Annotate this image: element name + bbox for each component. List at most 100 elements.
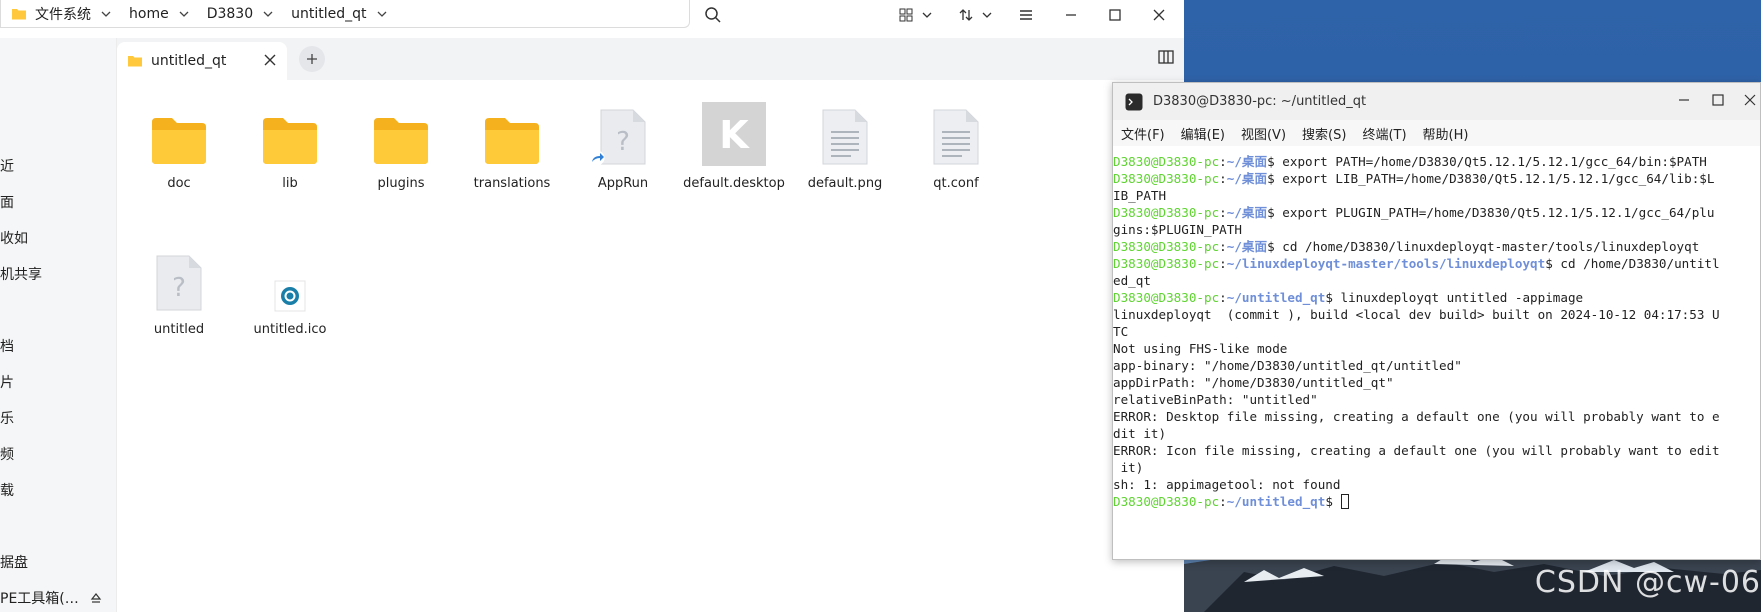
folder-icon bbox=[255, 96, 325, 166]
new-tab-button[interactable] bbox=[299, 46, 325, 72]
file-item-apprun[interactable]: ? AppRun bbox=[561, 96, 685, 191]
minimize-icon[interactable] bbox=[1677, 93, 1691, 107]
sort-button[interactable] bbox=[958, 4, 992, 26]
maximize-button[interactable] bbox=[1108, 4, 1122, 26]
folder-icon bbox=[144, 96, 214, 166]
file-item-qt-conf[interactable]: qt.conf bbox=[894, 96, 1018, 191]
sidebar-item-documents[interactable]: 档 bbox=[0, 336, 14, 356]
file-label: untitled bbox=[153, 322, 205, 337]
menu-file[interactable]: 文件(F) bbox=[1113, 124, 1173, 143]
terminal-line: TC bbox=[1113, 323, 1760, 340]
breadcrumb-label: D3830 bbox=[206, 5, 254, 22]
terminal-line: D3830@D3830-pc:~/桌面$ export PLUGIN_PATH=… bbox=[1113, 204, 1760, 221]
maximize-icon[interactable] bbox=[1711, 93, 1725, 107]
file-item-translations[interactable]: translations bbox=[450, 96, 574, 191]
terminal-text: linuxdeployqt (commit ), build <local de… bbox=[1113, 307, 1720, 322]
prompt-separator: : bbox=[1219, 239, 1227, 254]
terminal-text: it) bbox=[1113, 460, 1144, 475]
prompt-user: D3830@D3830-pc bbox=[1113, 290, 1220, 305]
menu-help[interactable]: 帮助(H) bbox=[1415, 124, 1477, 143]
prompt-separator: : bbox=[1219, 494, 1227, 509]
sidebar-item-pe-toolbox[interactable]: PE工具箱(… bbox=[0, 588, 79, 608]
prompt-path: ~/untitled_qt bbox=[1226, 494, 1326, 509]
sidebar-item-music[interactable]: 乐 bbox=[0, 408, 14, 428]
breadcrumb-home[interactable]: home bbox=[119, 1, 197, 27]
sidebar-item-pictures[interactable]: 片 bbox=[0, 372, 14, 392]
terminal-app-icon bbox=[1125, 93, 1143, 111]
close-icon[interactable] bbox=[1743, 93, 1757, 107]
terminal-text: sh: 1: appimagetool: not found bbox=[1113, 477, 1341, 492]
file-label: lib bbox=[282, 176, 298, 191]
terminal-output[interactable]: D3830@D3830-pc:~/桌面$ export PATH=/home/D… bbox=[1113, 153, 1760, 553]
folder-icon bbox=[366, 96, 436, 166]
menu-search[interactable]: 搜索(S) bbox=[1294, 124, 1354, 143]
terminal-line: linuxdeployqt (commit ), build <local de… bbox=[1113, 306, 1760, 323]
details-panel-toggle-icon[interactable] bbox=[1158, 50, 1174, 64]
chevron-down-icon[interactable] bbox=[922, 12, 932, 18]
terminal-text: $ export LIB_PATH=/home/D3830/Qt5.12.1/5… bbox=[1267, 171, 1715, 186]
sidebar-item-desktop[interactable]: 面 bbox=[0, 192, 14, 212]
text-file-icon bbox=[810, 96, 880, 166]
svg-text:?: ? bbox=[616, 127, 630, 157]
minimize-button[interactable] bbox=[1064, 4, 1078, 26]
close-tab-icon[interactable] bbox=[263, 53, 277, 67]
chevron-down-icon[interactable] bbox=[179, 11, 189, 17]
sidebar-item-videos[interactable]: 频 bbox=[0, 444, 14, 464]
menu-edit[interactable]: 编辑(E) bbox=[1173, 124, 1233, 143]
menu-view[interactable]: 视图(V) bbox=[1233, 124, 1294, 143]
plus-icon bbox=[306, 53, 318, 65]
terminal-text: $ cd /home/D3830/untitl bbox=[1545, 256, 1720, 271]
terminal-text: gins:$PLUGIN_PATH bbox=[1113, 222, 1242, 237]
breadcrumb-d3830[interactable]: D3830 bbox=[197, 1, 281, 27]
file-item-untitled[interactable]: ? untitled bbox=[117, 242, 241, 337]
terminal-line: D3830@D3830-pc:~/桌面$ export PATH=/home/D… bbox=[1113, 153, 1760, 170]
terminal-line: ed_qt bbox=[1113, 272, 1760, 289]
terminal-line: D3830@D3830-pc:~/桌面$ cd /home/D3830/linu… bbox=[1113, 238, 1760, 255]
search-button[interactable] bbox=[704, 4, 722, 26]
main-menu-button[interactable] bbox=[1018, 4, 1034, 26]
sidebar-item-favorites[interactable]: 收如 bbox=[0, 228, 28, 248]
sidebar-item-recent[interactable]: 近 bbox=[0, 156, 14, 176]
terminal-line: relativeBinPath: "untitled" bbox=[1113, 391, 1760, 408]
hamburger-menu-icon bbox=[1018, 8, 1034, 22]
terminal-line: D3830@D3830-pc:~/untitled_qt$ bbox=[1113, 493, 1760, 510]
prompt-path: ~/桌面 bbox=[1226, 205, 1268, 220]
sidebar-item-downloads[interactable]: 载 bbox=[0, 480, 14, 500]
file-item-default-png[interactable]: default.png bbox=[783, 96, 907, 191]
view-mode-button[interactable] bbox=[898, 4, 932, 26]
file-item-untitled-ico[interactable]: untitled.ico bbox=[228, 242, 352, 337]
file-label: default.desktop bbox=[683, 176, 785, 191]
breadcrumb: 文件系统 home D3830 untitled_qt bbox=[0, 0, 690, 28]
terminal-text: $ linuxdeployqt untitled -appimage bbox=[1325, 290, 1584, 305]
file-item-lib[interactable]: lib bbox=[228, 96, 352, 191]
close-button[interactable] bbox=[1152, 4, 1166, 26]
file-item-plugins[interactable]: plugins bbox=[339, 96, 463, 191]
unknown-file-icon: ? bbox=[588, 96, 658, 166]
terminal-titlebar[interactable]: D3830@D3830-pc: ~/untitled_qt bbox=[1113, 83, 1760, 120]
menu-terminal[interactable]: 终端(T) bbox=[1354, 124, 1414, 143]
breadcrumb-untitled-qt[interactable]: untitled_qt bbox=[281, 1, 394, 27]
sidebar-item-data-disk[interactable]: 据盘 bbox=[0, 552, 28, 572]
chevron-down-icon[interactable] bbox=[982, 12, 992, 18]
tab-untitled-qt[interactable]: untitled_qt bbox=[117, 42, 287, 80]
prompt-separator: : bbox=[1219, 154, 1227, 169]
file-manager-titlebar: 文件系统 home D3830 untitled_qt bbox=[0, 0, 1184, 38]
breadcrumb-label: home bbox=[129, 5, 169, 22]
eject-icon[interactable] bbox=[90, 592, 102, 604]
chevron-down-icon[interactable] bbox=[377, 11, 387, 17]
file-item-default-desktop[interactable]: K default.desktop bbox=[672, 96, 796, 191]
breadcrumb-filesystem[interactable]: 文件系统 bbox=[1, 1, 119, 27]
sidebar-item-shared[interactable]: 机共享 bbox=[0, 264, 42, 284]
file-label: qt.conf bbox=[933, 176, 979, 191]
terminal-line: D3830@D3830-pc:~/桌面$ export LIB_PATH=/ho… bbox=[1113, 170, 1760, 187]
chevron-down-icon[interactable] bbox=[263, 11, 273, 17]
terminal-window: D3830@D3830-pc: ~/untitled_qt 文件(F) 编辑(E… bbox=[1112, 82, 1761, 560]
terminal-line: ERROR: Desktop file missing, creating a … bbox=[1113, 408, 1760, 425]
terminal-text: $ cd /home/D3830/linuxdeployqt-master/to… bbox=[1267, 239, 1700, 254]
file-item-doc[interactable]: doc bbox=[117, 96, 241, 191]
terminal-line: appDirPath: "/home/D3830/untitled_qt" bbox=[1113, 374, 1760, 391]
prompt-separator: : bbox=[1219, 171, 1227, 186]
chevron-down-icon[interactable] bbox=[101, 11, 111, 17]
terminal-text: dit it) bbox=[1113, 426, 1167, 441]
terminal-line: dit it) bbox=[1113, 425, 1760, 442]
